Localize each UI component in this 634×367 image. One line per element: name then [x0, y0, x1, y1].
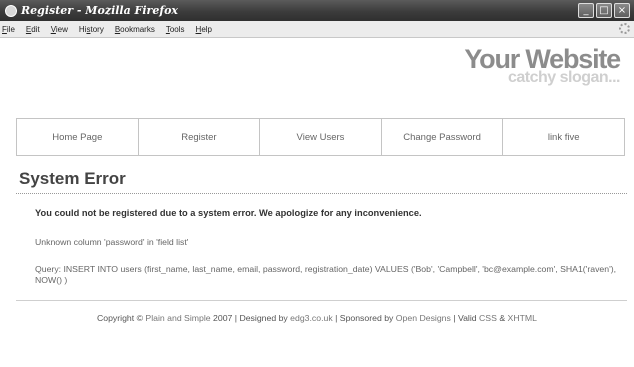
footer: Copyright © Plain and Simple 2007 | Desi…: [97, 313, 537, 323]
close-button[interactable]: ×: [614, 3, 630, 18]
main-nav: Home Page Register View Users Change Pas…: [16, 118, 625, 156]
title-bar: Register - Mozilla Firefox _ □ ×: [0, 0, 634, 21]
menu-history[interactable]: History: [79, 25, 104, 34]
throbber-icon: [619, 23, 630, 34]
valid-css-link[interactable]: CSS: [479, 313, 497, 323]
footer-divider: [16, 300, 627, 301]
window-title: Register - Mozilla Firefox: [21, 4, 178, 17]
menu-bookmarks[interactable]: Bookmarks: [115, 25, 155, 34]
menu-bar: File Edit View History Bookmarks Tools H…: [0, 21, 634, 38]
menu-file[interactable]: File: [2, 25, 15, 34]
nav-home-page[interactable]: Home Page: [17, 119, 139, 155]
nav-view-users[interactable]: View Users: [260, 119, 382, 155]
site-logo[interactable]: Your Website catchy slogan...: [464, 45, 621, 86]
menu-edit[interactable]: Edit: [26, 25, 40, 34]
valid-xhtml-link[interactable]: XHTML: [508, 313, 537, 323]
nav-link-five[interactable]: link five: [503, 119, 624, 155]
menu-help[interactable]: Help: [196, 25, 212, 34]
maximize-button[interactable]: □: [596, 3, 612, 18]
minimize-button[interactable]: _: [578, 3, 594, 18]
sql-query: Query: INSERT INTO users (first_name, la…: [35, 264, 617, 285]
nav-change-password[interactable]: Change Password: [382, 119, 504, 155]
menu-tools[interactable]: Tools: [166, 25, 185, 34]
error-message: You could not be registered due to a sys…: [35, 208, 422, 218]
window-controls: _ □ ×: [578, 3, 630, 18]
page-content: Your Website catchy slogan... Home Page …: [0, 38, 634, 367]
plain-simple-link[interactable]: Plain and Simple: [145, 313, 210, 323]
edg3-link[interactable]: edg3.co.uk: [290, 313, 333, 323]
sql-error: Unknown column 'password' in 'field list…: [35, 237, 189, 247]
heading-divider: [16, 193, 627, 194]
nav-register[interactable]: Register: [139, 119, 261, 155]
open-designs-link[interactable]: Open Designs: [396, 313, 451, 323]
menu-view[interactable]: View: [51, 25, 68, 34]
firefox-icon: [5, 4, 17, 17]
page-title: System Error: [19, 169, 126, 188]
